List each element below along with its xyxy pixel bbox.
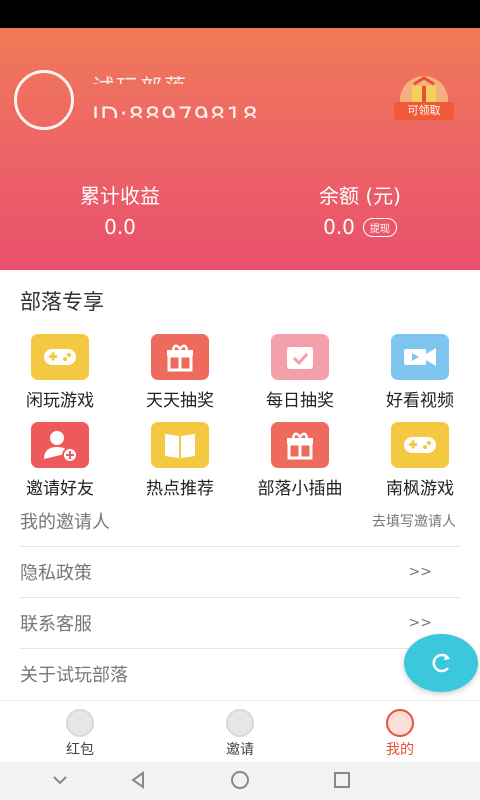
recents-icon[interactable]: [332, 770, 352, 790]
system-nav-bar: [0, 762, 480, 800]
menu-row-my-inviter[interactable]: 我的邀请人 去填写邀请人: [20, 496, 460, 547]
grid-item-everyday-lottery[interactable]: 每日抽奖: [240, 334, 360, 411]
floating-refresh-button[interactable]: [404, 634, 478, 692]
tab-mine[interactable]: 我的: [360, 709, 440, 759]
book-icon: [151, 422, 209, 468]
menu-row-contact-service[interactable]: 联系客服 >>: [20, 598, 460, 649]
profile-header: 试玩部落 ID:88979818 可领取 累计收益 0.0 余额 (元) 0.0…: [0, 28, 480, 270]
balance-value: 0.0: [323, 215, 355, 239]
grid-item-hot-recommend[interactable]: 热点推荐: [120, 422, 240, 499]
add-user-icon: [31, 422, 89, 468]
grid-label: 好看视频: [386, 391, 454, 411]
tab-label: 红包: [66, 742, 94, 758]
tab-label: 我的: [386, 742, 414, 758]
menu-row-about[interactable]: 关于试玩部落: [20, 649, 460, 699]
fill-inviter-link[interactable]: 去填写邀请人: [372, 511, 456, 531]
bottom-tab-bar: 红包 邀请 我的: [0, 700, 480, 763]
cumulative-earnings: 累计收益 0.0: [50, 180, 190, 239]
refresh-icon: [432, 653, 450, 673]
grid-item-good-videos[interactable]: 好看视频: [360, 334, 480, 411]
profile-icon: [386, 709, 414, 737]
cumulative-value: 0.0: [104, 215, 136, 239]
claim-gift-button[interactable]: 可领取: [394, 76, 454, 122]
grid-item-daily-lottery[interactable]: 天天抽奖: [120, 334, 240, 411]
section-title: 部落专享: [20, 290, 104, 314]
back-icon[interactable]: [128, 770, 148, 790]
chevron-right-icon: >>: [408, 564, 432, 580]
gift-label: 可领取: [394, 102, 454, 120]
menu-label: 我的邀请人: [20, 512, 110, 533]
menu-label: 关于试玩部落: [20, 665, 128, 686]
balance-label: 余额 (元): [319, 184, 401, 208]
chevron-right-icon: >>: [408, 615, 432, 631]
invite-icon: [226, 709, 254, 737]
grid-item-nanfeng-games[interactable]: 南枫游戏: [360, 422, 480, 499]
status-bar: [0, 0, 480, 28]
wallet-icon: [66, 709, 94, 737]
avatar[interactable]: [14, 70, 74, 130]
grid-label: 天天抽奖: [146, 391, 214, 411]
gamepad-icon: [31, 334, 89, 380]
calendar-check-icon: [271, 334, 329, 380]
tab-label: 邀请: [226, 742, 254, 758]
user-id: ID:88979818: [92, 102, 259, 118]
gift-icon: [151, 334, 209, 380]
menu-row-privacy-policy[interactable]: 隐私政策 >>: [20, 547, 460, 598]
menu-label: 隐私政策: [20, 563, 92, 584]
grid-item-tribe-interlude[interactable]: 部落小插曲: [240, 422, 360, 499]
grid-label: 每日抽奖: [266, 391, 334, 411]
tab-red-packet[interactable]: 红包: [40, 709, 120, 759]
chevron-down-icon[interactable]: [50, 770, 70, 790]
grid-item-idle-games[interactable]: 闲玩游戏: [0, 334, 120, 411]
gift-icon: [271, 422, 329, 468]
home-icon[interactable]: [230, 770, 250, 790]
balance: 余额 (元) 0.0 提现: [290, 180, 430, 239]
cumulative-label: 累计收益: [80, 184, 160, 208]
gamepad-icon: [391, 422, 449, 468]
grid-label: 闲玩游戏: [26, 391, 94, 411]
menu-label: 联系客服: [20, 614, 92, 635]
grid-item-invite-friends[interactable]: 邀请好友: [0, 422, 120, 499]
video-camera-icon: [391, 334, 449, 380]
withdraw-button[interactable]: 提现: [362, 217, 397, 237]
username: 试玩部落: [92, 70, 188, 84]
tab-invite[interactable]: 邀请: [200, 709, 280, 759]
